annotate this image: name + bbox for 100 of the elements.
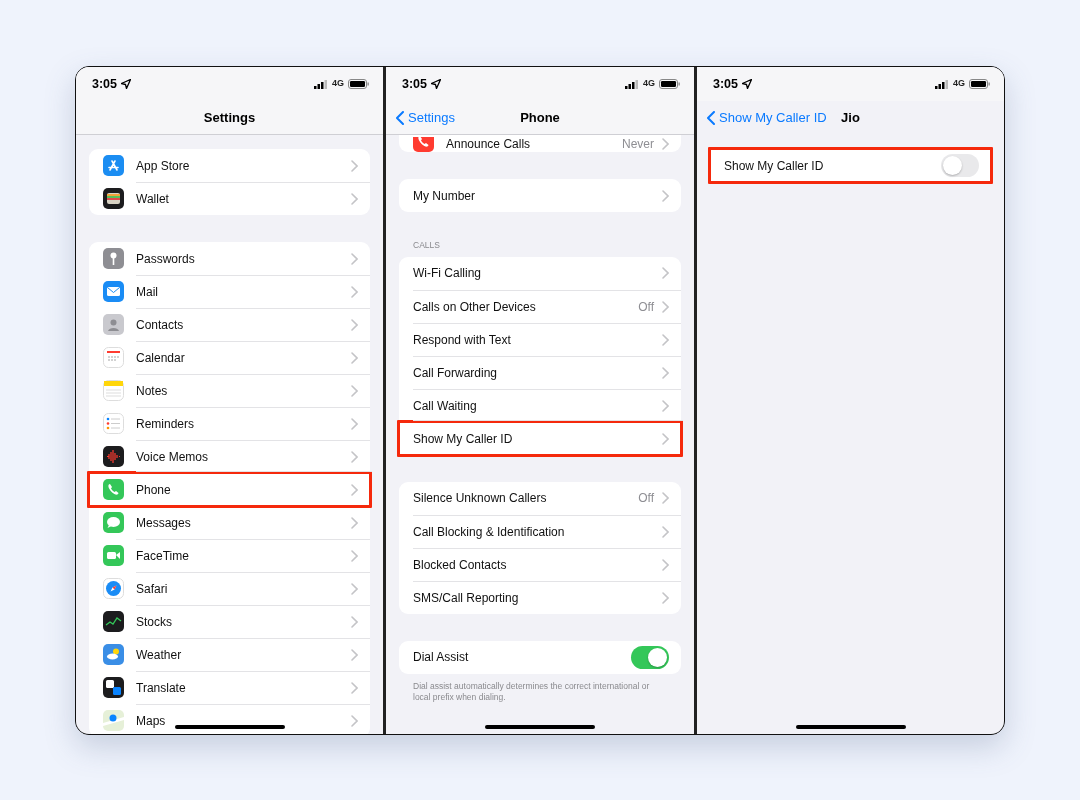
row-label: Silence Unknown Callers xyxy=(413,490,547,508)
clock-time: 3:05 xyxy=(92,75,118,93)
settings-row[interactable]: Translate xyxy=(89,671,370,704)
row-label: Call Forwarding xyxy=(413,364,498,382)
screen-title: Settings xyxy=(203,108,256,127)
row-label: Passwords xyxy=(136,250,195,268)
settings-row[interactable]: Reminders xyxy=(89,407,370,440)
network-type: 4G xyxy=(953,77,965,91)
battery-icon xyxy=(659,79,680,89)
chevron-right-icon xyxy=(662,333,669,346)
settings-row[interactable]: Notes xyxy=(89,374,370,407)
settings-row[interactable]: FaceTime xyxy=(89,539,370,572)
chevron-right-icon xyxy=(662,300,669,313)
location-arrow-icon xyxy=(742,79,753,89)
settings-row[interactable]: Stocks xyxy=(89,605,370,638)
settings-row[interactable]: SMS/Call Reporting xyxy=(399,580,681,614)
settings-row[interactable]: Call Forwarding xyxy=(399,355,681,389)
row-value: Never xyxy=(622,135,654,153)
settings-row[interactable]: Messages xyxy=(89,506,370,539)
row-label: Safari xyxy=(136,581,168,598)
screen-title: Phone xyxy=(520,108,560,127)
chevron-right-icon xyxy=(351,159,358,172)
chevron-right-icon xyxy=(662,432,669,445)
chevron-right-icon xyxy=(351,352,358,364)
chevron-right-icon xyxy=(662,189,669,202)
row-label: App Store xyxy=(136,157,190,175)
settings-row[interactable]: Passwords xyxy=(89,242,370,275)
settings-row[interactable]: Voice Memos xyxy=(89,440,370,473)
chevron-right-icon xyxy=(351,616,358,628)
settings-row[interactable]: Maps xyxy=(89,704,370,734)
settings-row[interactable]: Safari xyxy=(89,572,370,605)
row-label: Dial Assist xyxy=(413,649,469,667)
row-label: Show My Caller ID xyxy=(724,157,824,175)
back-link[interactable]: Settings xyxy=(386,107,521,128)
location-arrow-icon xyxy=(121,79,132,89)
settings-row[interactable]: Show My Caller ID xyxy=(397,419,683,457)
row-label: Wallet xyxy=(136,191,169,208)
chevron-right-icon xyxy=(662,525,669,538)
row-label: Maps xyxy=(136,713,166,730)
settings-row[interactable]: Calls on Other Devices Off xyxy=(399,289,681,323)
settings-row[interactable]: Weather xyxy=(89,638,370,671)
chevron-right-icon xyxy=(662,399,669,412)
row-value: Off xyxy=(638,298,654,316)
row-label: Reminders xyxy=(136,416,195,433)
settings-row[interactable]: Silence Unknown Callers Off xyxy=(399,481,681,515)
row-label: Contacts xyxy=(136,317,184,334)
settings-row[interactable]: Wallet xyxy=(89,182,370,215)
settings-row[interactable]: Contacts xyxy=(89,308,370,341)
row-label: Wi-Fi Calling xyxy=(413,265,481,283)
chevron-right-icon xyxy=(351,583,358,595)
row-label: Mail xyxy=(136,284,158,301)
row-label: Call Blocking & Identification xyxy=(413,523,565,541)
chevron-right-icon xyxy=(351,286,358,298)
back-chevron-icon xyxy=(707,111,715,125)
row-label: Calls on Other Devices xyxy=(413,298,536,316)
row-label: My Number xyxy=(413,187,475,205)
chevron-right-icon xyxy=(351,252,358,265)
toggle-switch[interactable] xyxy=(631,645,669,669)
row-label: Phone xyxy=(136,482,171,499)
chevron-right-icon xyxy=(662,137,669,150)
network-type: 4G xyxy=(332,77,344,91)
settings-row[interactable]: Call Blocking & Identification xyxy=(399,514,681,548)
signal-bars-icon xyxy=(935,79,949,89)
settings-row[interactable]: App Store xyxy=(89,149,370,182)
screen-title: Jio xyxy=(841,109,860,128)
clock-time: 3:05 xyxy=(402,75,428,93)
row-label: Messages xyxy=(136,515,191,532)
settings-row[interactable]: Calendar xyxy=(89,341,370,374)
row-label: SMS/Call Reporting xyxy=(413,589,519,607)
settings-row[interactable]: Respond with Text xyxy=(399,322,681,356)
row-label: Blocked Contacts xyxy=(413,556,507,574)
settings-row[interactable]: Phone xyxy=(87,471,372,508)
chevron-right-icon xyxy=(351,319,358,331)
signal-bars-icon xyxy=(625,79,639,89)
chevron-right-icon xyxy=(351,550,358,562)
row-label: Weather xyxy=(136,647,182,664)
row-label: Stocks xyxy=(136,614,172,631)
back-link[interactable]: Show My Caller ID xyxy=(697,108,842,128)
toggle-switch[interactable] xyxy=(941,154,979,177)
settings-row[interactable]: Announce Calls Never xyxy=(399,135,681,152)
chevron-right-icon xyxy=(351,385,358,397)
chevron-right-icon xyxy=(351,484,358,496)
row-label: Calendar xyxy=(136,350,185,367)
settings-row[interactable]: My Number xyxy=(399,179,681,212)
settings-row[interactable]: Wi-Fi Calling xyxy=(399,256,681,290)
chevron-right-icon xyxy=(351,682,358,694)
row-label: Respond with Text xyxy=(413,331,511,349)
clock-time: 3:05 xyxy=(713,75,739,93)
settings-row[interactable]: Mail xyxy=(89,275,370,308)
chevron-right-icon xyxy=(662,267,669,280)
chevron-right-icon xyxy=(351,451,358,463)
settings-row[interactable]: Blocked Contacts xyxy=(399,547,681,581)
footnote-text: Dial assist automatically determines the correct international or local prefix when dialing. xyxy=(412,680,651,703)
back-chevron-icon xyxy=(396,110,404,125)
row-label: Announce Calls xyxy=(446,135,531,153)
row-label: Voice Memos xyxy=(136,449,209,466)
row-label: FaceTime xyxy=(136,548,189,565)
chevron-right-icon xyxy=(351,418,358,430)
chevron-right-icon xyxy=(351,517,358,529)
chevron-right-icon xyxy=(351,193,358,205)
